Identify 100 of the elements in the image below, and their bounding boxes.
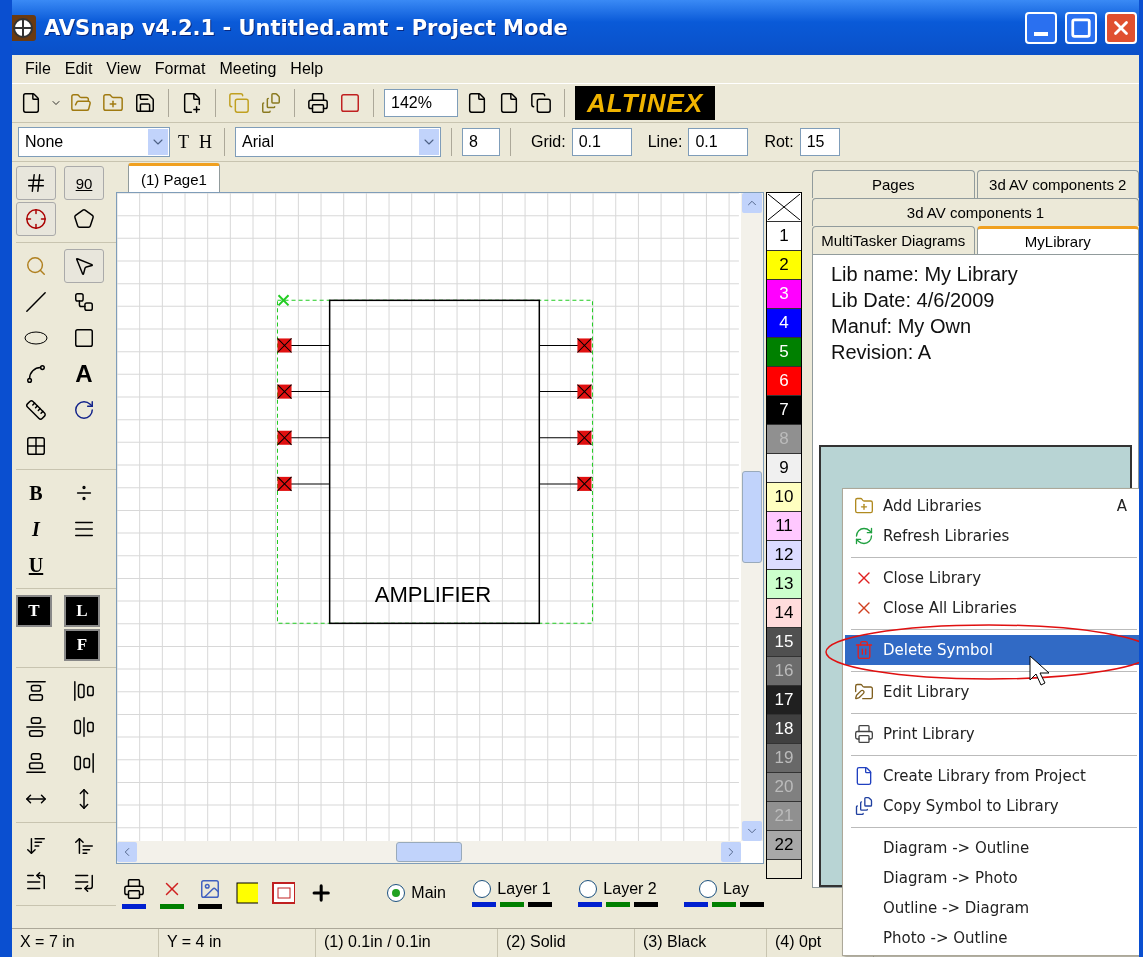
color-swatch[interactable]: 4 [767, 309, 801, 338]
pointer-tool[interactable] [64, 249, 104, 283]
color-swatch[interactable]: 12 [767, 541, 801, 570]
grid-field[interactable]: 0.1 [571, 128, 632, 156]
color-swatch[interactable]: 7 [767, 396, 801, 425]
color-swatch[interactable]: 18 [767, 715, 801, 744]
layer-radio[interactable]: Layer 1 [473, 879, 551, 898]
menu-item[interactable]: Diagram -> Photo [845, 863, 1139, 893]
altinex-logo: ALTINEX [575, 86, 716, 120]
color-swatch[interactable]: 14 [767, 599, 801, 628]
style-dropdown[interactable]: None [18, 127, 170, 157]
selected-amplifier-drawing[interactable] [277, 294, 593, 625]
status-text: Y = 4 in [159, 929, 316, 957]
layer-radio[interactable]: Layer 2 [579, 879, 657, 898]
color-swatch[interactable]: 22 [767, 831, 801, 860]
color-swatch[interactable]: 6 [767, 367, 801, 396]
bold-button[interactable]: B [16, 476, 56, 510]
scroll-thumb[interactable] [396, 842, 462, 862]
page-tab[interactable]: (1) Page1 [128, 163, 220, 192]
text-button[interactable]: T [176, 129, 191, 155]
library-tab[interactable]: 3d AV components 2 [976, 170, 1139, 198]
grid-icon [25, 172, 47, 194]
symbol-label: AMPLIFIER [374, 582, 492, 608]
menu-item[interactable]: Add Libraries A [845, 491, 1139, 521]
folder-plus-icon [102, 92, 124, 114]
bring-up-icon [73, 835, 95, 857]
grid-label: Grid: [531, 133, 566, 151]
rotation-field[interactable]: 15 [799, 128, 840, 156]
printer-icon [854, 724, 874, 744]
vertical-scrollbar[interactable] [741, 193, 763, 841]
menu-item[interactable]: Refresh Libraries [845, 521, 1139, 551]
align-center-icon [73, 716, 95, 738]
zoom-field[interactable]: 142% [384, 89, 458, 117]
menu-item[interactable]: Edit [57, 60, 100, 78]
font-size-field[interactable]: 8 [462, 128, 500, 156]
rotate-icon [73, 399, 95, 421]
layer-color-bar [500, 901, 524, 907]
fill-swatch-icon[interactable] [236, 882, 259, 904]
menu-item[interactable]: Delete Symbol [845, 635, 1139, 665]
minimize-icon [1034, 31, 1048, 36]
library-tab[interactable]: Pages [812, 170, 975, 198]
color-swatch[interactable]: 17 [767, 686, 801, 715]
menu-item[interactable]: Print Library [845, 719, 1139, 749]
menu-item[interactable]: File [18, 60, 58, 78]
text-tool[interactable]: A [64, 357, 104, 391]
crosshair-tool[interactable] [16, 202, 56, 236]
color-swatch[interactable]: 5 [767, 338, 801, 367]
close-button[interactable] [1105, 11, 1137, 44]
menu-item[interactable]: View [99, 60, 148, 78]
stack-icon [260, 92, 282, 114]
menu-item[interactable]: Outline -> Diagram [845, 893, 1139, 923]
menu-item[interactable]: Create Library from Project [845, 761, 1139, 791]
line-label: Line: [647, 133, 683, 151]
fill-color-button[interactable]: F [64, 629, 100, 661]
scroll-thumb[interactable] [742, 471, 762, 563]
line-color-button[interactable]: L [64, 595, 100, 627]
menu-item[interactable]: Format [147, 60, 213, 78]
color-swatch[interactable]: 1 [767, 222, 801, 251]
text-color-button[interactable]: T [16, 595, 52, 627]
app-logo-icon [12, 14, 36, 41]
library-tab[interactable]: MyLibrary [976, 226, 1139, 254]
menu-item[interactable]: Meeting [212, 60, 284, 78]
menu-item[interactable]: Close All Libraries [845, 593, 1139, 623]
font-dropdown[interactable]: Arial [235, 127, 441, 157]
arc-icon [25, 363, 47, 385]
no-color-swatch[interactable] [767, 193, 801, 222]
color-swatch[interactable]: 11 [767, 512, 801, 541]
italic-button[interactable]: I [16, 512, 56, 546]
menu-item[interactable]: Copy Symbol to Library [845, 791, 1139, 821]
table-icon [25, 435, 47, 457]
menu-item[interactable]: Close Library [845, 563, 1139, 593]
pages-button[interactable] [528, 90, 554, 116]
underline-button[interactable]: U [16, 548, 56, 582]
align-top-icon [25, 680, 47, 702]
horizontal-scrollbar[interactable] [117, 841, 741, 863]
layer-color-bar [712, 901, 736, 907]
line-field[interactable]: 0.1 [688, 128, 749, 156]
angle-tool[interactable]: 90 [64, 166, 104, 200]
frame-swatch-icon[interactable] [272, 882, 295, 904]
dimension-icon [25, 399, 47, 421]
menu-item[interactable]: Help [283, 60, 331, 78]
layer-radio[interactable]: Main [387, 884, 446, 902]
align-right-icon [73, 752, 95, 774]
grid-tool[interactable] [16, 166, 56, 200]
printer-button[interactable] [305, 90, 331, 116]
maximize-button[interactable] [1065, 11, 1097, 44]
layer-radio[interactable]: Lay [699, 879, 749, 898]
library-tab[interactable]: 3d AV components 1 [812, 198, 1139, 226]
color-swatch[interactable]: 13 [767, 570, 801, 599]
color-swatch[interactable]: 15 [767, 628, 801, 657]
menu-item[interactable]: Diagram -> Outline [845, 833, 1139, 863]
library-tab[interactable]: MultiTasker Diagrams [812, 226, 975, 254]
color-swatch[interactable]: 2 [767, 251, 801, 280]
rotation-label: Rot: [764, 133, 794, 151]
layer-color-bar [684, 901, 708, 907]
color-swatch[interactable]: 10 [767, 483, 801, 512]
layer-color-bar [578, 901, 602, 907]
h-button[interactable]: H [197, 129, 214, 155]
minimize-button[interactable] [1025, 11, 1057, 44]
color-swatch[interactable]: 9 [767, 454, 801, 483]
